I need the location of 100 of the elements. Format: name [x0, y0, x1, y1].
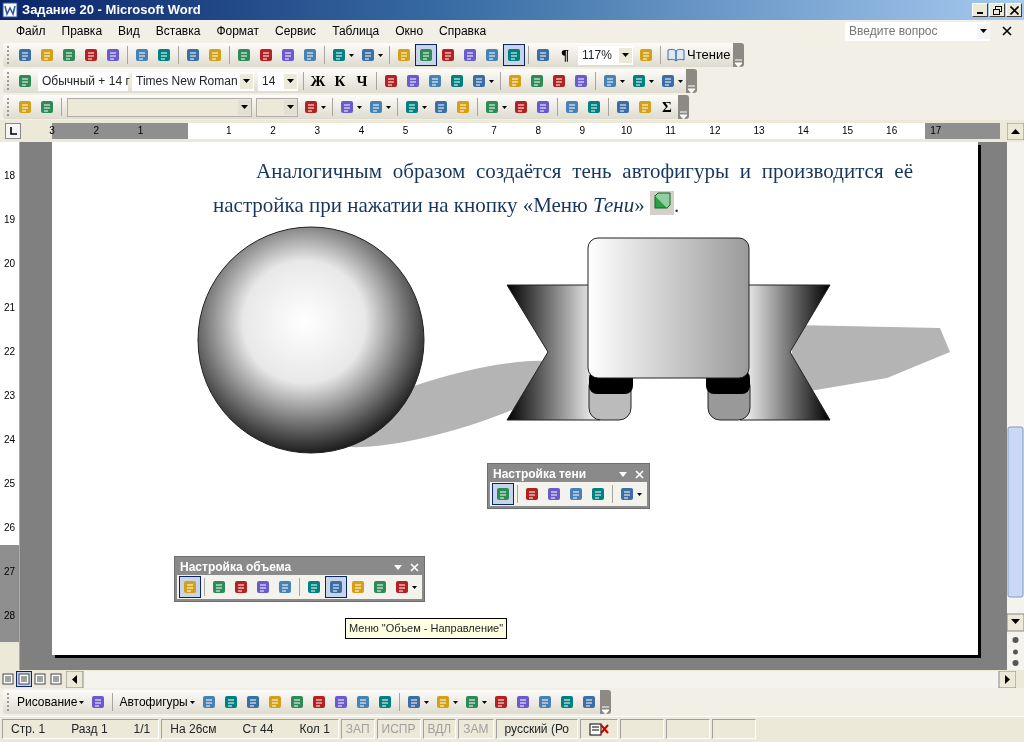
- book-icon: [667, 48, 685, 62]
- tool-icon: [405, 73, 421, 89]
- tool-icon: [332, 694, 349, 710]
- menu-item[interactable]: Справка: [431, 23, 495, 39]
- dropdown-field[interactable]: Times New Roman: [132, 71, 254, 91]
- toolbar-handle[interactable]: [5, 46, 11, 64]
- tool-icon: [383, 73, 399, 89]
- minimize-button[interactable]: [972, 3, 988, 17]
- tool-icon: [134, 47, 150, 63]
- help-search-field[interactable]: Введите вопрос: [845, 21, 990, 41]
- tool-icon: [236, 47, 252, 63]
- left-tab-icon: [8, 126, 18, 136]
- dropdown-arrow-icon: [287, 79, 294, 83]
- tool-icon: [354, 694, 371, 710]
- toolbar-button[interactable]: [325, 576, 347, 598]
- toolbar-button[interactable]: [179, 576, 201, 598]
- toolbar-button[interactable]: К: [329, 70, 351, 92]
- menu-item[interactable]: Вставка: [147, 23, 209, 39]
- tool-icon: [558, 694, 575, 710]
- toolbar-button[interactable]: Σ: [656, 96, 678, 118]
- ruler-number: 15: [841, 125, 854, 137]
- tool-icon: [306, 579, 322, 595]
- ruler-number: 1: [226, 125, 232, 137]
- tool-icon: [564, 99, 580, 115]
- tool-icon: [211, 579, 227, 595]
- restore-button[interactable]: [989, 3, 1005, 17]
- tool-icon: [484, 99, 500, 115]
- ruler-number: 1: [137, 125, 144, 137]
- close-button[interactable]: [1006, 3, 1022, 17]
- tool-icon: [368, 99, 384, 115]
- menu-button[interactable]: Автофигуры: [116, 691, 198, 713]
- tool-icon: [535, 47, 551, 63]
- tool-icon: [372, 579, 388, 595]
- reading-button[interactable]: Чтение: [664, 44, 734, 66]
- vertical-scrollbar[interactable]: [1007, 142, 1024, 670]
- menu-item[interactable]: Окно: [387, 23, 432, 39]
- tool-icon: [396, 47, 412, 63]
- dropdown-arrow-icon: [622, 53, 629, 57]
- status-pane: [666, 718, 711, 739]
- view-button[interactable]: [16, 671, 32, 687]
- toolbar-options-button[interactable]: [678, 95, 689, 119]
- tool-icon: [350, 579, 366, 595]
- toolbar-handle[interactable]: [5, 72, 11, 90]
- menu-item[interactable]: Сервис: [267, 23, 325, 39]
- ruler-number: 4: [358, 125, 365, 137]
- toolbar-options-button[interactable]: [733, 43, 745, 67]
- caret-icon: [423, 700, 429, 704]
- dropdown-arrow-icon: [287, 105, 294, 109]
- caret-icon: [79, 700, 85, 704]
- tool-icon: [394, 579, 410, 595]
- menu-item[interactable]: Вид: [110, 23, 148, 39]
- tool-icon: [513, 99, 529, 115]
- toolbar-options-button[interactable]: [686, 69, 697, 93]
- ruler-number: 26: [3, 522, 16, 534]
- ruler-number: 2: [270, 125, 276, 137]
- tool-icon: [546, 486, 562, 502]
- toolbar-button[interactable]: Ч: [351, 70, 373, 92]
- toolbar-handle[interactable]: [5, 693, 11, 711]
- ruler-number: 17: [930, 125, 942, 137]
- menu-item[interactable]: Таблица: [324, 23, 388, 39]
- dropdown-arrow-icon: [980, 29, 987, 33]
- caret-icon: [412, 585, 417, 589]
- caret-icon: [637, 492, 642, 496]
- tool-icon: [660, 73, 676, 89]
- dropdown-field[interactable]: 117%: [578, 45, 633, 65]
- menu-item[interactable]: Формат: [208, 23, 268, 39]
- tool-icon: [433, 99, 449, 115]
- toolbar-button[interactable]: Ж: [307, 70, 329, 92]
- horizontal-scrollbar[interactable]: [66, 671, 1016, 689]
- toolbar-button[interactable]: ¶: [554, 44, 576, 66]
- mode-indicator: ИСПР: [381, 720, 416, 738]
- status-pane: [620, 718, 665, 739]
- dropdown-field[interactable]: 14: [258, 71, 298, 91]
- dropdown-arrow-icon: [619, 471, 627, 477]
- ruler-number: 2: [93, 125, 100, 137]
- tab-stop-selector[interactable]: [5, 123, 21, 139]
- chevron-icon: [601, 706, 609, 714]
- dropdown-field[interactable]: [256, 97, 298, 117]
- tool-icon: [277, 579, 293, 595]
- toolbar-button[interactable]: [503, 44, 525, 66]
- toolbar-handle[interactable]: [5, 98, 11, 116]
- caret-icon: [189, 700, 195, 704]
- menu-item[interactable]: Файл: [8, 23, 54, 39]
- toolbar-options-button[interactable]: [599, 690, 611, 714]
- chevron-icon: [680, 111, 687, 119]
- toolbar-button[interactable]: [492, 483, 514, 505]
- tool-icon: [507, 73, 523, 89]
- dropdown-field[interactable]: [67, 97, 252, 117]
- tool-icon: [427, 73, 443, 89]
- tool-icon: [573, 73, 589, 89]
- tool-icon: [17, 73, 33, 89]
- toolbar-button[interactable]: [415, 44, 437, 66]
- caret-icon: [620, 79, 625, 83]
- scroll-up-button[interactable]: [1007, 123, 1024, 141]
- tool-icon: [631, 73, 647, 89]
- ruler-number: 19: [3, 214, 16, 226]
- tool-icon: [619, 486, 635, 502]
- menu-button[interactable]: Рисование: [14, 691, 88, 713]
- ruler-number: 20: [3, 258, 16, 270]
- menu-item[interactable]: Правка: [53, 23, 111, 39]
